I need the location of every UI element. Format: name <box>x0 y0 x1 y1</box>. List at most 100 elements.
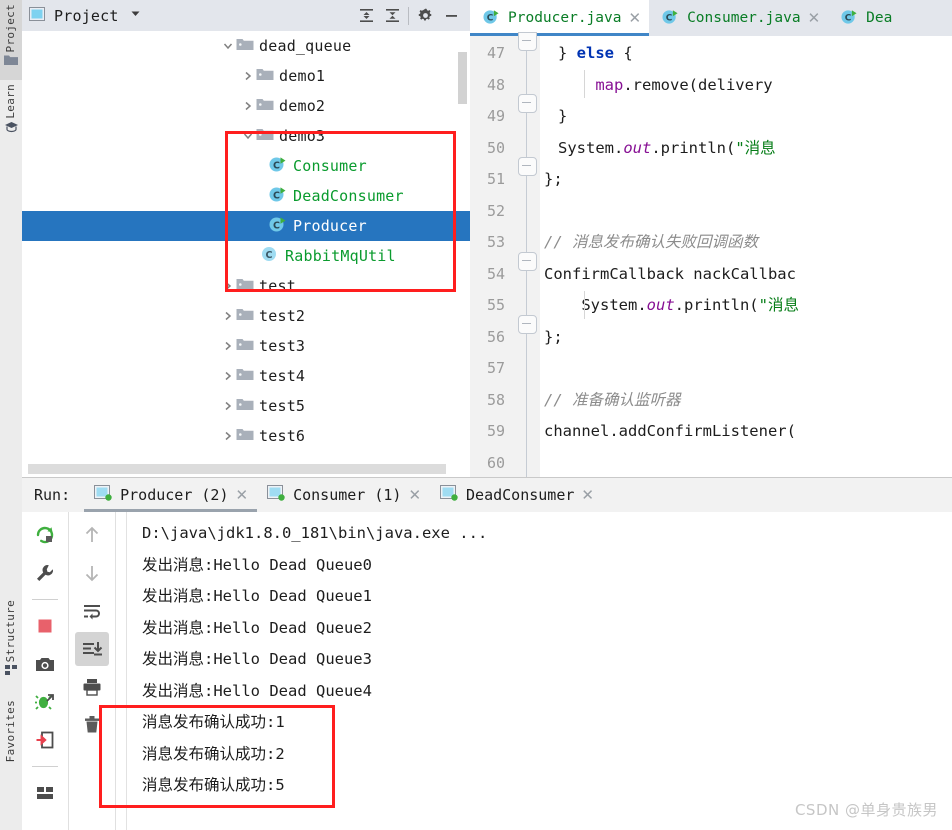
run-panel-label: Run: <box>34 486 71 504</box>
chevron-right-icon[interactable] <box>220 398 236 414</box>
svg-text:C: C <box>487 13 494 23</box>
chevron-right-icon[interactable] <box>240 98 256 114</box>
sidebar-item-structure[interactable]: Structure <box>0 600 22 688</box>
java-class-runnable-icon: C <box>482 8 501 29</box>
arrow-up-icon[interactable] <box>75 518 109 552</box>
tab-producer-java[interactable]: C Producer.java ✕ <box>470 0 650 36</box>
debug-icon[interactable] <box>28 685 62 719</box>
fold-marker[interactable] <box>518 32 537 51</box>
chevron-right-icon[interactable] <box>220 338 236 354</box>
code-text[interactable]: } else { map.remove(delivery } System.ou… <box>540 36 952 477</box>
close-icon[interactable]: ✕ <box>629 9 642 27</box>
project-tree-horizontal-scrollbar[interactable] <box>28 464 446 474</box>
fold-marker[interactable] <box>518 157 537 176</box>
console-output[interactable]: D:\java\jdk1.8.0_181\bin\java.exe ... 发出… <box>116 512 952 830</box>
chevron-right-icon[interactable] <box>220 368 236 384</box>
tree-item-test4[interactable]: test4 <box>22 361 470 391</box>
run-tab-deadconsumer[interactable]: DeadConsumer ✕ <box>430 478 603 512</box>
stop-icon[interactable] <box>28 609 62 643</box>
trash-icon[interactable] <box>75 708 109 742</box>
tree-item-test6[interactable]: test6 <box>22 421 470 451</box>
chevron-right-icon[interactable] <box>220 308 236 324</box>
line-number: 52 <box>486 201 505 220</box>
sidebar-item-project[interactable]: Project <box>0 0 22 80</box>
project-tree[interactable]: dead_queue demo1 demo2 demo3 C Consumer … <box>22 31 470 461</box>
close-icon[interactable]: ✕ <box>236 486 249 504</box>
code-area[interactable]: 47 48 49 50 51 52 53 54 55 56 57 58 59 6… <box>470 32 952 477</box>
chevron-down-icon[interactable] <box>240 128 256 144</box>
wrench-icon[interactable] <box>28 556 62 590</box>
tree-item-demo2[interactable]: demo2 <box>22 91 470 121</box>
java-class-icon: C <box>260 245 280 267</box>
sidebar-item-learn[interactable]: Learn <box>0 84 22 146</box>
console-line: 发出消息:Hello Dead Queue0 <box>142 555 372 574</box>
run-tab-consumer[interactable]: Consumer (1) ✕ <box>257 478 430 512</box>
console-line: 发出消息:Hello Dead Queue3 <box>142 650 372 668</box>
folder-icon <box>236 367 254 386</box>
print-icon[interactable] <box>75 670 109 704</box>
java-class-runnable-icon: C <box>268 215 288 237</box>
sidebar-item-structure-label: Structure <box>4 600 17 663</box>
sidebar-item-learn-label: Learn <box>4 84 17 119</box>
tree-item-label: Consumer <box>293 157 367 175</box>
tree-item-dead_queue[interactable]: dead_queue <box>22 31 470 61</box>
sidebar-item-favorites[interactable]: Favorites <box>0 700 22 790</box>
watermark: CSDN @单身贵族男 <box>794 801 938 819</box>
line-number: 54 <box>486 264 505 283</box>
collapse-all-icon[interactable] <box>379 4 405 28</box>
line-number: 59 <box>486 422 505 440</box>
tab-consumer-java[interactable]: C Consumer.java ✕ <box>649 0 828 36</box>
tree-item-label: test <box>259 277 296 295</box>
line-number: 49 <box>486 107 505 125</box>
tree-item-test2[interactable]: test2 <box>22 301 470 331</box>
folder-icon <box>236 337 254 356</box>
tree-item-demo3[interactable]: demo3 <box>22 121 470 151</box>
fold-marker[interactable] <box>518 252 537 271</box>
soft-wrap-icon[interactable] <box>75 594 109 628</box>
java-class-runnable-icon: C <box>268 185 288 207</box>
export-icon[interactable] <box>28 723 62 757</box>
tree-item-label: demo2 <box>279 97 326 115</box>
run-tab-label: Producer (2) <box>120 486 229 504</box>
run-tool-window: Run: Producer (2) ✕ Consumer (1) ✕ DeadC… <box>22 477 952 830</box>
tree-item-demo1[interactable]: demo1 <box>22 61 470 91</box>
code-line: // 准备确认监听器 <box>544 390 681 409</box>
tree-item-label: dead_queue <box>259 37 352 55</box>
chevron-down-icon[interactable] <box>129 7 142 24</box>
tree-item-producer[interactable]: C Producer <box>22 211 470 241</box>
close-icon[interactable]: ✕ <box>808 9 821 27</box>
chevron-right-icon[interactable] <box>220 428 236 444</box>
tree-item-test[interactable]: test <box>22 271 470 301</box>
chevron-right-icon[interactable] <box>240 68 256 84</box>
tree-item-rabbitmqutil[interactable]: C RabbitMqUtil <box>22 241 470 271</box>
fold-marker[interactable] <box>518 94 537 113</box>
run-tab-label: DeadConsumer <box>466 486 575 504</box>
close-icon[interactable]: ✕ <box>581 486 594 504</box>
tree-item-test5[interactable]: test5 <box>22 391 470 421</box>
fold-marker[interactable] <box>518 315 537 334</box>
tree-item-deadconsumer[interactable]: C DeadConsumer <box>22 181 470 211</box>
tab-deadconsumer-java[interactable]: C Dea <box>828 0 900 36</box>
scroll-to-end-icon[interactable] <box>75 632 109 666</box>
project-tree-vertical-scrollbar[interactable] <box>458 52 467 104</box>
line-number: 56 <box>486 327 505 346</box>
tree-item-consumer[interactable]: C Consumer <box>22 151 470 181</box>
chevron-right-icon[interactable] <box>220 278 236 294</box>
tree-item-test3[interactable]: test3 <box>22 331 470 361</box>
code-folding-gutter[interactable] <box>514 32 540 477</box>
minimize-icon[interactable] <box>438 4 464 28</box>
java-class-runnable-icon: C <box>840 8 859 29</box>
camera-icon[interactable] <box>28 647 62 681</box>
tab-label: Producer.java <box>508 10 622 26</box>
rerun-icon[interactable] <box>28 518 62 552</box>
arrow-down-icon[interactable] <box>75 556 109 590</box>
run-tab-producer[interactable]: Producer (2) ✕ <box>84 478 258 512</box>
layout-icon[interactable] <box>28 776 62 810</box>
folder-icon <box>236 427 254 446</box>
expand-all-icon[interactable] <box>353 4 379 28</box>
gear-icon[interactable] <box>412 4 438 28</box>
code-line: }; <box>544 327 563 346</box>
chevron-down-icon[interactable] <box>220 38 236 54</box>
close-icon[interactable]: ✕ <box>408 486 421 504</box>
folder-icon <box>256 127 274 146</box>
